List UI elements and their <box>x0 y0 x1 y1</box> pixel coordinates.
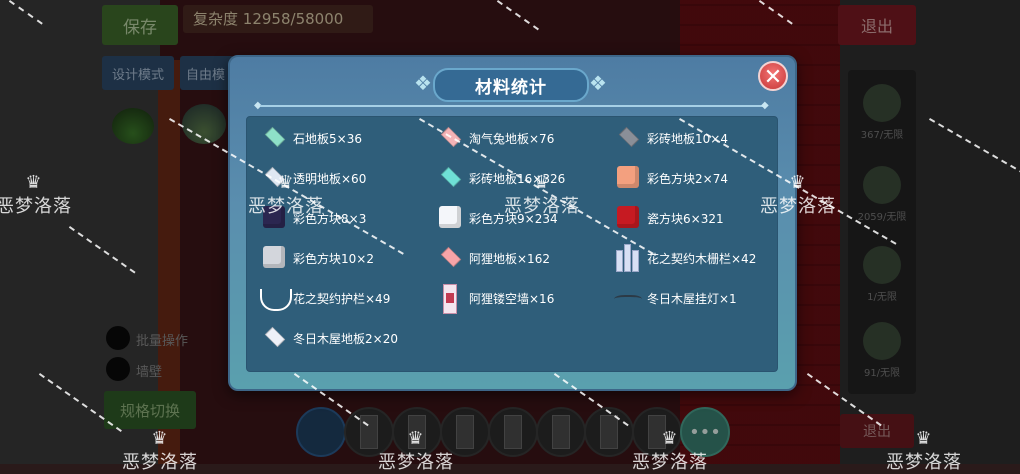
material-name: 阿狸镂空墙×16 <box>469 291 555 306</box>
material-item: 花之契约木栅栏×42 <box>613 241 756 275</box>
fence-icon <box>613 243 643 273</box>
dialog-header: ❖ 材料统计 ❖ <box>230 61 795 102</box>
watermark-text: ♛ 恶梦洛落 <box>504 172 580 218</box>
cube-icon <box>259 243 289 273</box>
material-name: 石地板5×36 <box>293 131 362 146</box>
lattice-wall-icon <box>435 283 465 314</box>
watermark-text: ♛ 恶梦洛落 <box>632 428 708 474</box>
material-name: 彩色方块10×2 <box>293 251 374 266</box>
material-name: 彩色方块2×74 <box>647 171 728 186</box>
watermark-text: ♛ 恶梦洛落 <box>886 428 962 474</box>
material-name: 花之契约护栏×49 <box>293 291 391 306</box>
ornament-right-icon: ❖ <box>589 71 607 95</box>
crown-icon: ♛ <box>915 428 933 449</box>
materials-list: 石地板5×36 淘气兔地板×76 彩砖地板10×4 透明地板×60 彩砖地板16×326… <box>246 116 778 372</box>
header-divider <box>260 105 765 107</box>
watermark-text: ♛ 恶梦洛落 <box>760 172 836 218</box>
material-item: 石地板5×36 <box>259 121 362 155</box>
material-name: 瓷方块6×321 <box>647 211 724 226</box>
floor-tile-icon <box>259 323 289 353</box>
material-item: 冬日木屋地板2×20 <box>259 321 398 355</box>
crown-icon: ♛ <box>789 172 807 193</box>
watermark-text: ♛ 恶梦洛落 <box>122 428 198 474</box>
crown-icon: ♛ <box>661 428 679 449</box>
material-item: 冬日木屋挂灯×1 <box>613 281 737 315</box>
divider-cap-icon: ◆ <box>761 100 769 111</box>
material-name: 阿狸地板×162 <box>469 251 550 266</box>
hanging-lamp-icon <box>613 283 643 313</box>
material-item: 彩色方块2×74 <box>613 161 728 195</box>
material-item: 花之契约护栏×49 <box>259 281 390 315</box>
railing-icon <box>259 283 292 313</box>
close-icon[interactable]: ✕ <box>758 61 788 91</box>
crown-icon: ♛ <box>277 172 295 193</box>
cube-icon <box>613 163 643 193</box>
floor-tile-icon <box>259 123 289 153</box>
floor-tile-icon <box>435 243 465 273</box>
material-name: 淘气兔地板×76 <box>469 131 555 146</box>
material-item: 瓷方块6×321 <box>613 201 724 235</box>
watermark-text: ♛ 恶梦洛落 <box>378 428 454 474</box>
crown-icon: ♛ <box>407 428 425 449</box>
watermark-text: ♛ 恶梦洛落 <box>248 172 324 218</box>
material-stats-dialog: ❖ 材料统计 ❖ ✕ ◆ ◆ 石地板5×36 淘气兔地板×76 彩砖地板10×4 透明… <box>228 55 797 391</box>
material-item: 阿狸镂空墙×16 <box>435 281 554 315</box>
cube-icon <box>435 203 465 233</box>
material-name: 冬日木屋挂灯×1 <box>647 291 737 306</box>
watermark-text: ♛ 恶梦洛落 <box>0 174 72 218</box>
material-name: 花之契约木栅栏×42 <box>647 251 757 266</box>
crown-icon: ♛ <box>533 172 551 193</box>
floor-tile-icon <box>435 163 465 193</box>
floor-tile-icon <box>613 123 643 153</box>
cube-icon <box>613 203 643 233</box>
material-item: 阿狸地板×162 <box>435 241 550 275</box>
crown-icon: ♛ <box>151 428 169 449</box>
material-name: 冬日木屋地板2×20 <box>293 331 398 346</box>
dialog-title: 材料统计 <box>433 68 589 102</box>
crown-icon: ♛ <box>25 172 43 193</box>
material-item: 彩色方块10×2 <box>259 241 374 275</box>
